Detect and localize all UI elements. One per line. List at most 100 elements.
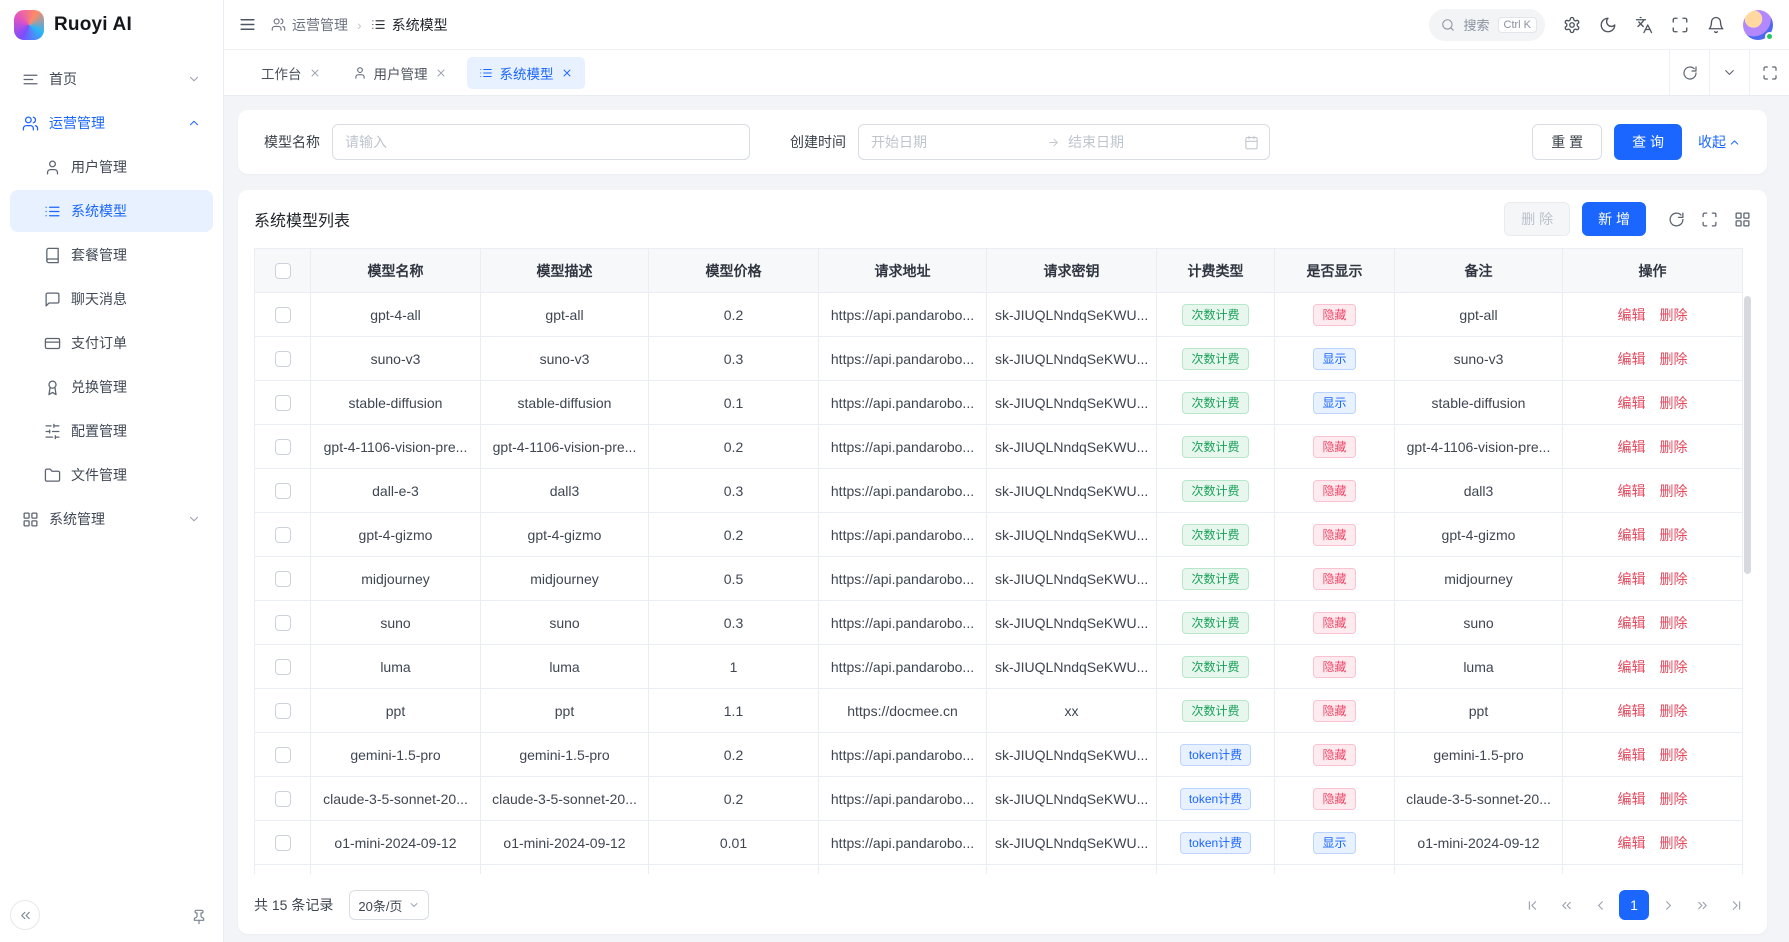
page-size-select[interactable]: 20条/页 [349,890,429,920]
refresh-icon [1668,211,1685,228]
user-avatar[interactable] [1743,10,1773,40]
select-all-checkbox[interactable] [275,263,291,279]
edit-link[interactable]: 编辑 [1618,527,1646,543]
edit-link[interactable]: 编辑 [1618,615,1646,631]
edit-link[interactable]: 编辑 [1618,395,1646,411]
tab-user-management[interactable]: 用户管理 [341,57,459,89]
sidebar-item-package-management[interactable]: 套餐管理 [10,234,213,276]
next-pages-button[interactable] [1687,890,1717,920]
row-checkbox[interactable] [275,395,291,411]
edit-link[interactable]: 编辑 [1618,747,1646,763]
row-checkbox[interactable] [275,835,291,851]
start-date-placeholder[interactable]: 开始日期 [871,132,1039,152]
table-scrollbar[interactable] [1744,296,1751,574]
sidebar-item-redeem-management[interactable]: 兑换管理 [10,366,213,408]
prev-page-button[interactable] [1585,890,1615,920]
delete-link[interactable]: 删除 [1660,703,1688,719]
delete-button[interactable]: 删 除 [1504,202,1570,236]
add-button[interactable]: 新 增 [1582,202,1646,236]
tab-options-button[interactable] [1709,50,1749,95]
close-icon[interactable] [309,67,321,79]
delete-link[interactable]: 删除 [1660,615,1688,631]
row-checkbox[interactable] [275,615,291,631]
row-checkbox[interactable] [275,351,291,367]
edit-link[interactable]: 编辑 [1618,571,1646,587]
content-fullscreen-button[interactable] [1749,50,1789,95]
cell-model-desc: luma [481,645,649,689]
close-icon[interactable] [561,67,573,79]
first-page-button[interactable] [1517,890,1547,920]
sidebar-item-operations[interactable]: 运营管理 [10,102,213,144]
close-icon[interactable] [435,67,447,79]
row-checkbox[interactable] [275,747,291,763]
sidebar-item-config-management[interactable]: 配置管理 [10,410,213,452]
delete-link[interactable]: 删除 [1660,571,1688,587]
delete-link[interactable]: 删除 [1660,351,1688,367]
prev-pages-button[interactable] [1551,890,1581,920]
model-name-input[interactable] [332,124,750,160]
online-status-dot [1765,32,1774,41]
delete-link[interactable]: 删除 [1660,659,1688,675]
notifications-button[interactable] [1707,16,1725,34]
sidebar-item-chat-messages[interactable]: 聊天消息 [10,278,213,320]
fullscreen-button[interactable] [1671,16,1689,34]
edit-link[interactable]: 编辑 [1618,659,1646,675]
delete-link[interactable]: 删除 [1660,483,1688,499]
row-checkbox[interactable] [275,659,291,675]
page-1-button[interactable]: 1 [1619,890,1649,920]
column-settings-button[interactable] [1734,211,1751,228]
query-button[interactable]: 查 询 [1614,124,1682,160]
breadcrumb-system-model[interactable]: 系统模型 [371,15,448,35]
delete-link[interactable]: 删除 [1660,439,1688,455]
edit-link[interactable]: 编辑 [1618,351,1646,367]
global-search[interactable]: 搜索 Ctrl K [1429,9,1545,41]
delete-link[interactable]: 删除 [1660,791,1688,807]
visibility-badge: 隐藏 [1313,788,1355,810]
end-date-placeholder[interactable]: 结束日期 [1068,132,1236,152]
sidebar-item-home[interactable]: 首页 [10,58,213,100]
delete-link[interactable]: 删除 [1660,395,1688,411]
row-checkbox[interactable] [275,571,291,587]
table-fullscreen-button[interactable] [1701,211,1718,228]
row-checkbox[interactable] [275,791,291,807]
breadcrumb-operations[interactable]: 运营管理 [271,15,348,35]
sidebar-item-system-management[interactable]: 系统管理 [10,498,213,540]
delete-link[interactable]: 删除 [1660,835,1688,851]
delete-link[interactable]: 删除 [1660,527,1688,543]
edit-link[interactable]: 编辑 [1618,439,1646,455]
delete-link[interactable]: 删除 [1660,747,1688,763]
language-button[interactable] [1635,16,1653,34]
sidebar-item-file-management[interactable]: 文件管理 [10,454,213,496]
sidebar-collapse-button[interactable] [10,900,40,930]
sidebar-pin-button[interactable] [191,909,207,925]
edit-link[interactable]: 编辑 [1618,791,1646,807]
sidebar-item-system-model[interactable]: 系统模型 [10,190,213,232]
date-range-picker[interactable]: 开始日期 结束日期 [858,124,1270,160]
settings-button[interactable] [1563,16,1581,34]
col-request-url: 请求地址 [819,249,987,293]
tab-system-model[interactable]: 系统模型 [467,57,585,89]
visibility-badge: 显示 [1313,832,1355,854]
theme-toggle-button[interactable] [1599,16,1617,34]
edit-link[interactable]: 编辑 [1618,835,1646,851]
row-checkbox[interactable] [275,527,291,543]
refresh-page-button[interactable] [1669,50,1709,95]
edit-link[interactable]: 编辑 [1618,307,1646,323]
row-checkbox[interactable] [275,483,291,499]
sidebar-item-payment-orders[interactable]: 支付订单 [10,322,213,364]
row-checkbox[interactable] [275,439,291,455]
refresh-table-button[interactable] [1668,211,1685,228]
next-page-button[interactable] [1653,890,1683,920]
row-checkbox[interactable] [275,703,291,719]
edit-link[interactable]: 编辑 [1618,483,1646,499]
table-row: dall-e-3 dall3 0.3 https://api.pandarobo… [255,469,1743,513]
tab-workbench[interactable]: 工作台 [249,57,333,89]
edit-link[interactable]: 编辑 [1618,703,1646,719]
sidebar-item-user-management[interactable]: 用户管理 [10,146,213,188]
row-checkbox[interactable] [275,307,291,323]
last-page-button[interactable] [1721,890,1751,920]
reset-button[interactable]: 重 置 [1532,124,1602,160]
collapse-filter-link[interactable]: 收起 [1698,132,1741,152]
delete-link[interactable]: 删除 [1660,307,1688,323]
sidebar-toggle-button[interactable] [238,15,257,34]
